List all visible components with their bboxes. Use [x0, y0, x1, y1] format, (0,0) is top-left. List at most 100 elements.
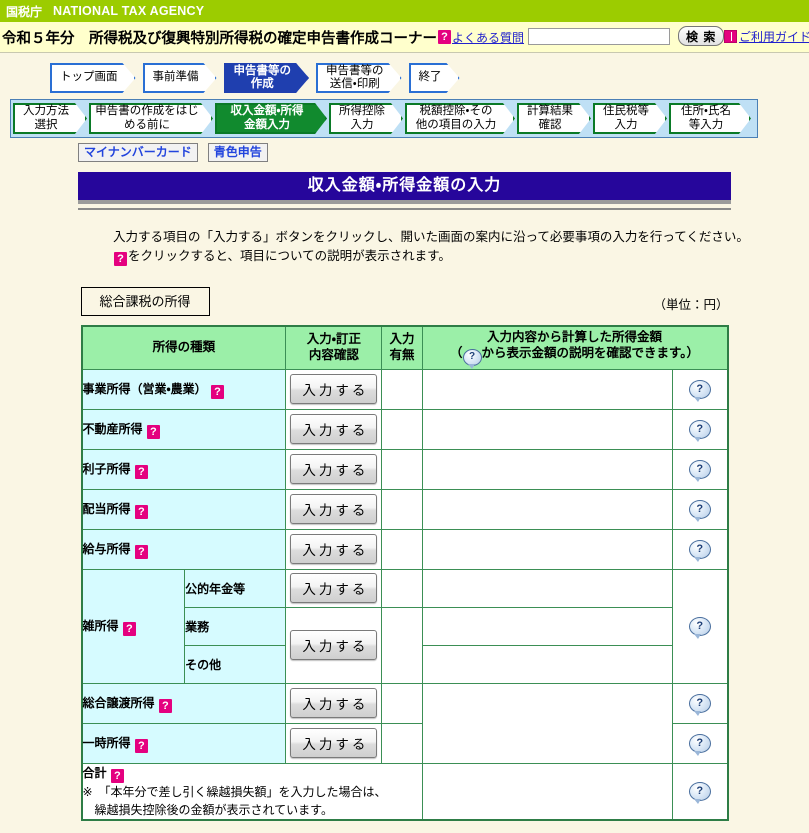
input-button-dividend-income[interactable]: 入力する — [290, 494, 378, 525]
help-cell: ? — [671, 528, 729, 570]
substep-label: 計算結果 確認 — [527, 104, 573, 131]
agency-name-jp: 国税庁 — [6, 4, 43, 19]
has-entry-cell — [381, 682, 423, 724]
input-button-salary-income[interactable]: 入力する — [290, 534, 378, 565]
table-row: 総合譲渡所得 ? 入力する ? — [80, 682, 729, 764]
table-row: 給与所得 ? 入力する ? — [80, 528, 729, 570]
entry-cell: 入力する — [285, 606, 383, 684]
help-cell: ? — [671, 408, 729, 450]
entry-cell: 入力する — [285, 448, 383, 490]
row-label-real-estate-income: 不動産所得 ? — [80, 408, 287, 450]
substep-input-method[interactable]: 入力方法 選択 — [13, 103, 87, 134]
table-row: 雑所得 ? 公的年金等 入力する ? — [80, 568, 729, 684]
header-has-entry: 入力 有無 — [381, 325, 423, 370]
substep-label: 税額控除・その 他の項目の入力 — [415, 104, 497, 131]
question-mark-icon[interactable]: ? — [122, 621, 136, 636]
amount-cell — [421, 488, 673, 530]
question-bubble-icon[interactable]: ? — [688, 419, 711, 442]
substep-label: 所得控除 入力 — [339, 104, 385, 131]
substep-deduction[interactable]: 所得控除 入力 — [329, 103, 403, 134]
question-bubble-icon[interactable]: ? — [688, 379, 711, 402]
heading-divider — [78, 208, 731, 210]
header-amount-line2-suffix: から表示金額の説明を確認できます。） — [481, 345, 700, 360]
input-button-misc-other[interactable]: 入力する — [290, 630, 378, 661]
question-mark-icon[interactable]: ? — [134, 738, 148, 753]
input-button-temporary-income[interactable]: 入力する — [290, 728, 378, 759]
table-row: 不動産所得 ? 入力する ? — [80, 408, 729, 450]
entry-cell: 入力する — [285, 722, 383, 764]
search-button[interactable]: 検 索 — [678, 26, 725, 46]
question-mark-icon[interactable]: ? — [210, 384, 224, 399]
question-mark-icon[interactable]: ? — [110, 768, 124, 783]
question-bubble-icon[interactable]: ? — [688, 539, 711, 562]
step-label: 申告書等の 送信・印刷 — [326, 64, 384, 90]
row-label-text: 利子所得 — [82, 461, 131, 476]
question-mark-icon[interactable]: ? — [134, 464, 148, 479]
substep-tax-credit[interactable]: 税額控除・その 他の項目の入力 — [405, 103, 515, 134]
row-label-misc-income: 雑所得 ? — [80, 568, 186, 684]
question-bubble-icon: ? — [462, 348, 482, 369]
substep-calc-result[interactable]: 計算結果 確認 — [517, 103, 591, 134]
secondary-steps: 入力方法 選択 申告書の作成をはじ める前に 収入金額・所得 金額入力 所得控除 入力 … — [10, 99, 758, 138]
question-mark-icon[interactable]: ? — [134, 504, 148, 519]
instruction-line-2: ? をクリックすると、項目についての説明が表示されます。 — [113, 247, 809, 267]
question-bubble-icon[interactable]: ? — [688, 781, 711, 804]
question-mark-icon: ? — [114, 252, 127, 267]
input-button-general-transfer-income[interactable]: 入力する — [290, 688, 378, 719]
badge-row: マイナンバーカード 青色申告 — [78, 143, 809, 162]
entry-cell: 入力する — [285, 682, 383, 724]
help-cell: ? — [671, 448, 729, 490]
entry-cell: 入力する — [285, 488, 383, 530]
search-area: 検 索 — [528, 26, 725, 46]
amount-cell — [421, 682, 673, 764]
substep-before-start[interactable]: 申告書の作成をはじ める前に — [89, 103, 213, 134]
step-create-return[interactable]: 申告書等の 作成 — [224, 63, 310, 93]
question-mark-icon[interactable]: ? — [134, 544, 148, 559]
question-mark-icon[interactable]: ? — [146, 424, 160, 439]
question-bubble-icon[interactable]: ? — [688, 693, 711, 716]
input-button-public-pension[interactable]: 入力する — [290, 573, 378, 604]
substep-address-name[interactable]: 住所・氏名 等入力 — [669, 103, 751, 134]
question-mark-icon[interactable]: ? — [158, 698, 172, 713]
agency-name-en: NATIONAL TAX AGENCY — [53, 4, 205, 18]
badge-my-number-card[interactable]: マイナンバーカード — [78, 143, 198, 162]
table-row: 配当所得 ? 入力する ? — [80, 488, 729, 530]
has-entry-cell — [381, 606, 423, 684]
step-navigation: トップ画面 事前準備 申告書等の 作成 申告書等の 送信・印刷 終了 入力方法 選択 … — [0, 53, 809, 162]
sub-row-label-business: 業務 — [184, 606, 287, 646]
question-bubble-icon[interactable]: ? — [688, 616, 711, 639]
section-header-row: 総合課税の所得 （単位：円） — [80, 286, 729, 316]
help-cell: ? — [671, 722, 729, 764]
table-row: 利子所得 ? 入力する ? — [80, 448, 729, 490]
header-entry-confirm: 入力・訂正 内容確認 — [285, 325, 383, 370]
guide-link[interactable]: ご利用ガイド — [739, 28, 809, 45]
badge-blue-return[interactable]: 青色申告 — [207, 143, 268, 162]
step-finish[interactable]: 終了 — [409, 63, 460, 93]
entry-cell: 入力する — [285, 408, 383, 450]
step-label: トップ画面 — [60, 71, 118, 84]
search-input[interactable] — [528, 27, 670, 45]
faq-link[interactable]: よくある質問 — [452, 29, 524, 46]
substep-income-entry[interactable]: 収入金額・所得 金額入力 — [215, 103, 327, 134]
sub-row-label-public-pension: 公的年金等 — [184, 568, 287, 608]
input-button-real-estate-income[interactable]: 入力する — [290, 414, 378, 445]
step-label: 申告書等の 作成 — [233, 64, 291, 90]
input-button-business-income[interactable]: 入力する — [290, 374, 378, 405]
row-label-dividend-income: 配当所得 ? — [80, 488, 287, 530]
question-bubble-icon[interactable]: ? — [688, 733, 711, 756]
entry-cell: 入力する — [285, 568, 383, 608]
agency-bar: 国税庁 NATIONAL TAX AGENCY — [0, 0, 809, 22]
row-label-interest-income: 利子所得 ? — [80, 448, 287, 490]
step-preparation[interactable]: 事前準備 — [143, 63, 217, 93]
substep-resident-tax[interactable]: 住民税等 入力 — [593, 103, 667, 134]
row-label-text: 配当所得 — [82, 501, 131, 516]
question-bubble-icon[interactable]: ? — [688, 499, 711, 522]
question-mark-icon[interactable]: ? — [438, 30, 451, 44]
step-send-print[interactable]: 申告書等の 送信・印刷 — [316, 63, 402, 93]
step-top-screen[interactable]: トップ画面 — [50, 63, 136, 93]
has-entry-cell — [381, 448, 423, 490]
input-button-interest-income[interactable]: 入力する — [290, 454, 378, 485]
question-bubble-icon[interactable]: ? — [688, 459, 711, 482]
entry-cell: 入力する — [285, 528, 383, 570]
amount-cell — [421, 568, 673, 608]
